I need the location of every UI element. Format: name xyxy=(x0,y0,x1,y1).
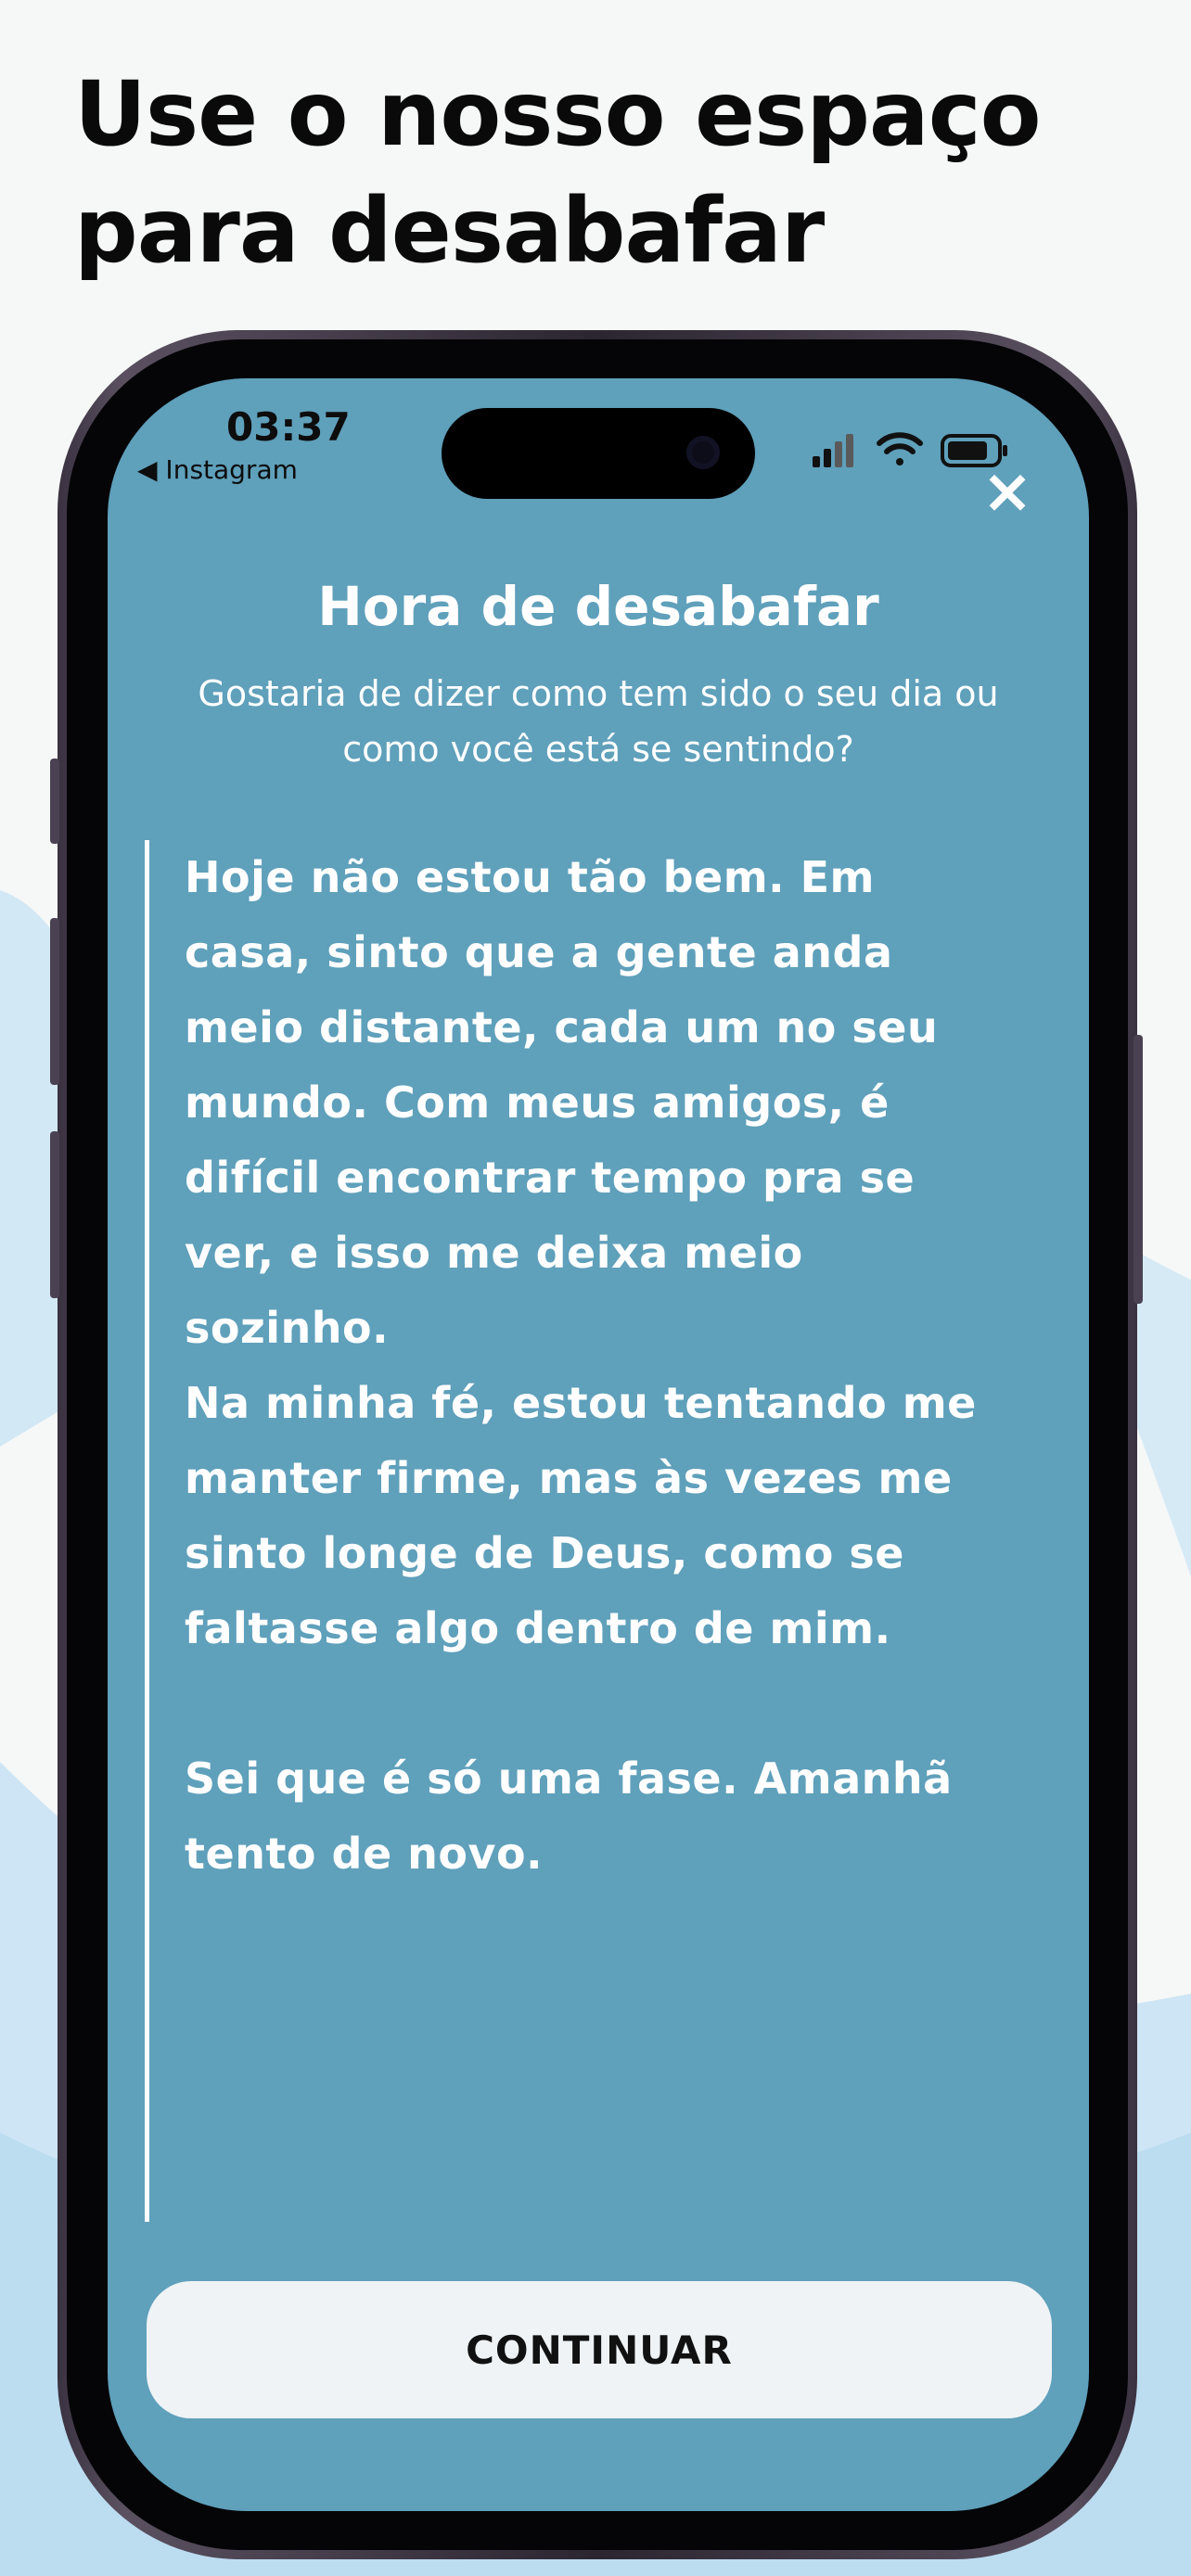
front-camera xyxy=(686,436,720,469)
phone-volume-up-button xyxy=(50,918,59,1085)
cellular-signal-icon xyxy=(813,434,853,467)
continue-button[interactable]: CONTINUAR xyxy=(147,2281,1052,2418)
status-time: 03:37 xyxy=(226,404,351,450)
phone-mute-switch xyxy=(50,759,59,844)
phone-power-button xyxy=(1133,1035,1143,1304)
headline-line-2: para desabafar xyxy=(74,179,825,283)
headline-line-1: Use o nosso espaço xyxy=(74,62,1042,166)
continue-button-label: CONTINUAR xyxy=(466,2327,733,2373)
modal-title: Hora de desabafar xyxy=(317,575,879,638)
back-to-instagram-link[interactable]: ◀ Instagram xyxy=(137,454,298,485)
close-icon[interactable]: × xyxy=(980,461,1035,522)
modal-subtitle: Gostaria de dizer como tem sido o seu di… xyxy=(198,673,999,770)
page-headline: Use o nosso espaço para desabafar xyxy=(74,56,1141,289)
wifi-icon xyxy=(877,432,923,465)
journal-entry-textarea[interactable]: Hoje não estou tão bem. Em casa, sinto q… xyxy=(145,840,1017,2222)
phone-volume-down-button xyxy=(50,1131,59,1298)
